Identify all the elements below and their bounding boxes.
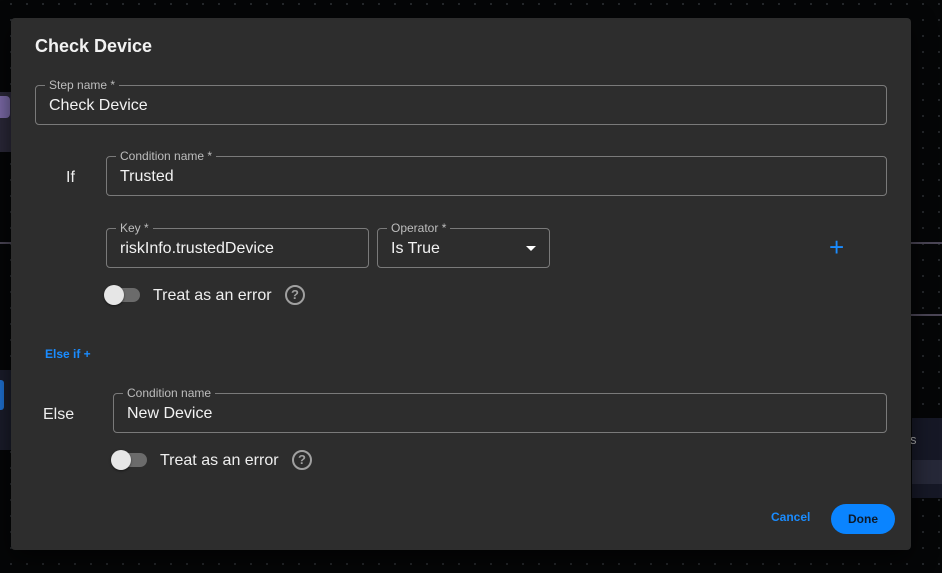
if-treat-as-error-label: Treat as an error xyxy=(153,287,272,304)
if-label: If xyxy=(66,169,75,186)
node-chip xyxy=(0,380,4,410)
operator-value: Is True xyxy=(391,240,440,257)
operator-select[interactable]: Operator * Is True xyxy=(377,221,550,268)
else-condition-name-field[interactable]: Condition name New Device xyxy=(113,386,887,433)
operator-label: Operator * xyxy=(387,221,451,235)
canvas-edge xyxy=(911,242,942,244)
help-circle-icon[interactable]: ? xyxy=(285,285,305,305)
condition-name-label: Condition name * xyxy=(116,149,217,163)
step-name-value: Check Device xyxy=(49,97,148,114)
done-button[interactable]: Done xyxy=(831,504,895,534)
plus-icon[interactable]: + xyxy=(829,234,844,260)
chevron-down-icon xyxy=(526,246,536,251)
dialog-title: Check Device xyxy=(35,36,153,56)
help-circle-icon[interactable]: ? xyxy=(292,450,312,470)
if-treat-as-error-toggle[interactable] xyxy=(104,285,142,305)
else-condition-name-label: Condition name xyxy=(123,386,216,400)
if-condition-name-field[interactable]: Condition name * Trusted xyxy=(106,149,887,196)
key-value: riskInfo.trustedDevice xyxy=(120,240,274,257)
else-treat-as-error-label: Treat as an error xyxy=(160,452,279,469)
key-field[interactable]: Key * riskInfo.trustedDevice xyxy=(106,221,369,268)
cancel-button[interactable]: Cancel xyxy=(771,510,810,524)
else-label: Else xyxy=(43,406,75,423)
canvas-edge xyxy=(911,314,942,316)
canvas-node[interactable]: s xyxy=(910,418,942,498)
node-chip xyxy=(0,96,10,118)
key-label: Key * xyxy=(116,221,153,235)
toggle-thumb xyxy=(111,450,131,470)
else-treat-as-error-toggle[interactable] xyxy=(111,450,149,470)
step-name-field[interactable]: Step name * Check Device xyxy=(35,78,887,125)
else-condition-name-value: New Device xyxy=(127,405,213,422)
node-band xyxy=(912,460,942,484)
else-if-add-link[interactable]: Else if + xyxy=(45,347,91,361)
check-device-dialog: Check Device Step name * Check Device If… xyxy=(11,18,911,550)
toggle-thumb xyxy=(104,285,124,305)
condition-name-value: Trusted xyxy=(120,168,174,185)
step-name-label: Step name * xyxy=(45,78,120,92)
